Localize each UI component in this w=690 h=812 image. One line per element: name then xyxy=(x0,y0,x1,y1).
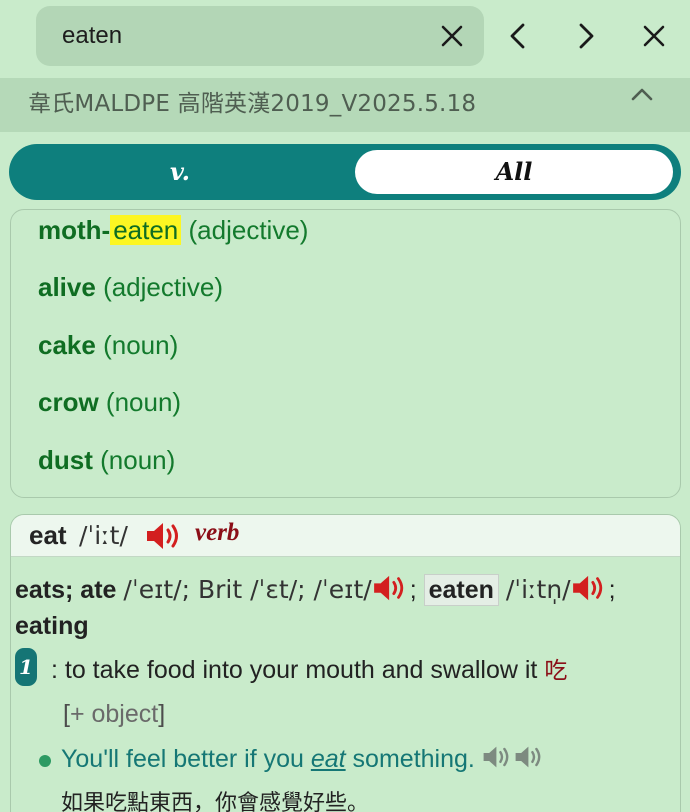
related-pos: (adjective) xyxy=(188,215,309,245)
tab-all[interactable]: All xyxy=(355,150,673,194)
part-of-speech: verb xyxy=(195,519,240,546)
pos-tab-bar: v. All xyxy=(9,144,681,200)
related-head: cake xyxy=(38,330,96,360)
search-query[interactable]: eaten xyxy=(62,22,122,50)
grammar-note: [+ object] xyxy=(63,700,165,729)
speaker-icon[interactable] xyxy=(514,743,546,778)
pronunciation: /ˈiːt/ xyxy=(79,521,128,550)
speaker-icon[interactable] xyxy=(372,573,410,610)
related-pos: (noun) xyxy=(100,445,176,475)
grammar-label: + object xyxy=(69,700,159,728)
close-icon[interactable] xyxy=(642,24,666,48)
example-text: You'll feel better if you xyxy=(61,745,311,774)
entry-header: eat /ˈiːt/ verb xyxy=(11,515,680,557)
related-head: crow xyxy=(38,387,99,417)
speaker-icon[interactable] xyxy=(482,743,514,778)
search-highlight: eaten xyxy=(110,215,182,245)
related-pos: (noun) xyxy=(103,330,179,360)
grammar-bracket-open: [ xyxy=(63,700,70,728)
sense-definition: : to take food into your mouth and swall… xyxy=(51,656,538,684)
chevron-left-icon[interactable] xyxy=(506,22,530,50)
example-keyword: eat xyxy=(310,745,346,774)
speaker-icon[interactable] xyxy=(571,573,609,610)
related-item-crow[interactable]: crow (noun) xyxy=(38,387,181,418)
inflection-pron: /ˈiːtn̩/ xyxy=(505,575,571,605)
related-entries-list: moth-eaten (adjective) alive (adjective)… xyxy=(10,209,681,498)
sense-number: 1 xyxy=(15,648,37,686)
example-bullet xyxy=(39,755,51,767)
related-pos: (noun) xyxy=(105,387,182,417)
example-sentence: You'll feel better if you eat something. xyxy=(61,743,546,778)
related-item-alive[interactable]: alive (adjective) xyxy=(38,272,223,303)
inflection-highlight: eaten xyxy=(423,574,499,607)
sense-definition-line: : to take food into your mouth and swall… xyxy=(51,651,567,685)
related-head: moth- xyxy=(38,215,111,245)
speaker-icon[interactable] xyxy=(145,520,185,552)
example-text: something. xyxy=(345,745,475,774)
inflections-continued: eating xyxy=(15,612,89,641)
chevron-right-icon[interactable] xyxy=(574,22,598,50)
dictionary-header[interactable]: 韋氏MALDPE 高階英漢2019_V2025.5.18 xyxy=(0,78,690,132)
related-pos: (adjective) xyxy=(103,272,223,302)
inflections: eats; ate /ˈeɪt/; Brit /ˈɛt/; /ˈeɪt/; ea… xyxy=(15,573,616,610)
tab-verb[interactable]: v. xyxy=(15,150,345,194)
top-bar: eaten xyxy=(0,0,690,76)
dictionary-entry: eat /ˈiːt/ verb eats; ate /ˈeɪt/; Brit /… xyxy=(10,514,681,812)
related-item-cake[interactable]: cake (noun) xyxy=(38,330,178,361)
search-input[interactable]: eaten xyxy=(36,6,484,66)
dictionary-name: 韋氏MALDPE 高階英漢2019_V2025.5.18 xyxy=(28,91,477,117)
sense-chinese: 吃 xyxy=(544,658,568,684)
headword: eat xyxy=(29,520,67,550)
grammar-bracket-close: ] xyxy=(158,700,166,728)
related-head: dust xyxy=(38,445,93,475)
clear-icon[interactable] xyxy=(440,24,464,48)
example-translation: 如果吃點東西，你會感覺好些。 xyxy=(61,791,370,812)
related-item-dust[interactable]: dust (noun) xyxy=(38,445,175,476)
related-head: alive xyxy=(38,272,96,302)
inflection-forms: eating xyxy=(15,612,89,640)
related-item-moth-eaten[interactable]: moth-eaten (adjective) xyxy=(38,215,308,246)
chevron-up-icon[interactable] xyxy=(630,86,654,102)
inflection-forms: eats; ate xyxy=(15,576,117,605)
inflection-pron: /ˈeɪt/; Brit /ˈɛt/; /ˈeɪt/ xyxy=(123,575,372,605)
